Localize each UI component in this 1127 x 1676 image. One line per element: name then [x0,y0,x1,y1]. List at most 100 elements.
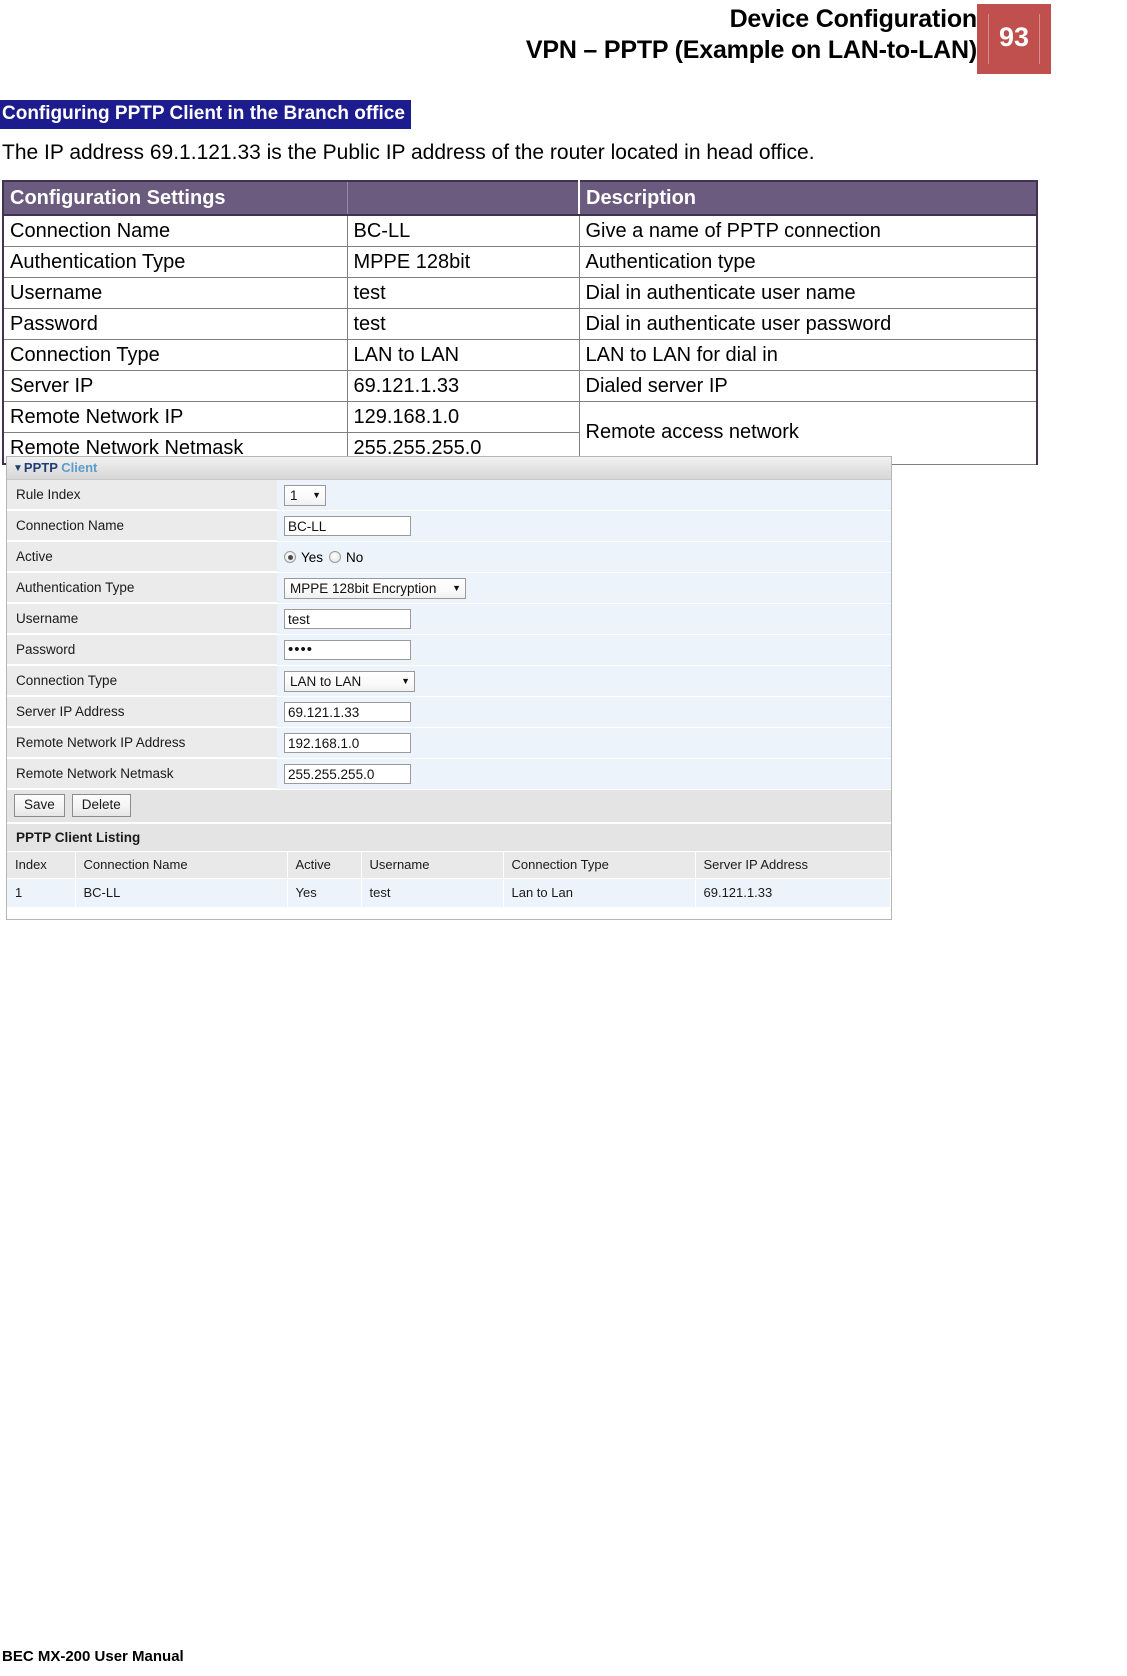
cell-value: BC-LL [346,215,580,247]
cell-value: 69.121.1.33 [346,370,580,402]
listing-col-header-username: Username [361,852,504,879]
label-password: Password [7,635,277,665]
cell-description-merged: Remote access network [578,401,1038,465]
label-remote-network-netmask: Remote Network Netmask [7,759,277,789]
listing-table-body: 1 BC-LL Yes test Lan to Lan 69.121.1.33 [7,878,891,907]
active-no-option[interactable]: No [329,550,363,565]
active-yes-label: Yes [301,549,324,565]
config-table-header-row: Configuration Settings Description [2,180,1038,216]
table-row: Server IP 69.121.1.33 Dialed server IP [2,370,1038,402]
label-username: Username [7,604,277,634]
label-connection-name: Connection Name [7,511,277,541]
password-input[interactable]: •••• [284,640,411,660]
active-yes-option[interactable]: Yes [284,550,323,565]
form-row-authentication-type: Authentication Type MPPE 128bit Encrypti… [7,573,891,604]
remote-network-netmask-input[interactable]: 255.255.255.0 [284,764,411,784]
cell-description: LAN to LAN for dial in [578,339,1038,371]
panel-title-part1: PPTP [23,460,58,475]
listing-header-row: Index Connection Name Active Username Co… [7,852,891,879]
form-action-buttons: Save Delete [7,790,891,823]
authentication-type-select[interactable]: MPPE 128bit Encryption ▼ [284,577,466,599]
chevron-down-icon: ▼ [312,490,321,500]
table-row: Remote Network IP 129.168.1.0 Remote acc… [2,401,1038,465]
section-heading: Configuring PPTP Client in the Branch of… [0,100,411,129]
listing-bottom-spacer [7,907,891,919]
listing-cell-connection-type: Lan to Lan [503,878,696,907]
field-connection-name: BC-LL [277,511,891,541]
form-row-username: Username test [7,604,891,635]
header-title-primary: Device Configuration [729,5,978,33]
cell-description: Dial in authenticate user name [578,277,1038,309]
radio-yes-icon[interactable] [284,551,296,563]
rule-index-select[interactable]: 1 ▼ [284,484,326,506]
label-connection-type: Connection Type [7,666,277,696]
table-row[interactable]: 1 BC-LL Yes test Lan to Lan 69.121.1.33 [7,878,891,907]
active-radio-group: Yes No [284,550,363,565]
listing-col-header-server-ip-address: Server IP Address [695,852,891,879]
table-row: Connection Type LAN to LAN LAN to LAN fo… [2,339,1038,371]
section-intro-text: The IP address 69.1.121.33 is the Public… [2,141,815,164]
field-rule-index: 1 ▼ [277,480,891,510]
page-footer: BEC MX-200 User Manual [2,1648,184,1665]
cell-setting: Username [2,277,348,309]
form-row-server-ip: Server IP Address 69.121.1.33 [7,697,891,728]
cell-setting: Connection Name [2,215,348,247]
form-row-remote-network-ip: Remote Network IP Address 192.168.1.0 [7,728,891,759]
chevron-down-icon: ▼ [401,676,410,686]
col-header-configuration-settings: Configuration Settings [2,180,348,216]
connection-type-select[interactable]: LAN to LAN ▼ [284,670,415,692]
cell-value: MPPE 128bit [346,246,580,278]
radio-no-icon[interactable] [329,551,342,563]
col-header-value-spacer [346,180,580,216]
cell-description: Dialed server IP [578,370,1038,402]
form-row-connection-name: Connection Name BC-LL [7,511,891,542]
form-row-remote-network-netmask: Remote Network Netmask 255.255.255.0 [7,759,891,790]
listing-col-header-active: Active [287,852,362,879]
authentication-type-selected-value: MPPE 128bit Encryption [290,580,437,596]
delete-button[interactable]: Delete [71,794,131,817]
configuration-settings-table: Configuration Settings Description Conne… [2,180,1038,465]
pptp-client-panel-header[interactable]: ▼PPTP Client [7,457,891,480]
label-authentication-type: Authentication Type [7,573,277,603]
listing-cell-index: 1 [7,878,76,907]
server-ip-address-input[interactable]: 69.121.1.33 [284,702,411,722]
cell-description: Dial in authenticate user password [578,308,1038,340]
header-title-secondary: VPN – PPTP (Example on LAN-to-LAN) [525,36,977,64]
page-number-badge: 93 [977,4,1051,74]
listing-col-header-connection-type: Connection Type [503,852,696,879]
page-header: Device Configuration VPN – PPTP (Example… [0,0,1127,80]
col-header-description: Description [578,180,1038,216]
cell-description: Authentication type [578,246,1038,278]
connection-name-input[interactable]: BC-LL [284,516,411,536]
save-button[interactable]: Save [14,794,65,817]
listing-col-header-connection-name: Connection Name [75,852,288,879]
field-active: Yes No [277,542,891,572]
rule-index-selected-value: 1 [290,487,298,503]
label-remote-network-ip-address: Remote Network IP Address [7,728,277,758]
cell-setting: Server IP [2,370,348,402]
form-row-active: Active Yes No [7,542,891,573]
field-remote-network-netmask: 255.255.255.0 [277,759,891,789]
label-active: Active [7,542,277,572]
pptp-client-listing-table: Index Connection Name Active Username Co… [7,852,891,907]
config-table-head: Configuration Settings Description [2,180,1038,216]
table-row: Username test Dial in authenticate user … [2,277,1038,309]
pptp-client-listing-title: PPTP Client Listing [7,823,891,852]
field-remote-network-ip-address: 192.168.1.0 [277,728,891,758]
table-row: Password test Dial in authenticate user … [2,308,1038,340]
remote-network-ip-address-input[interactable]: 192.168.1.0 [284,733,411,753]
username-input[interactable]: test [284,609,411,629]
field-authentication-type: MPPE 128bit Encryption ▼ [277,573,891,603]
field-server-ip-address: 69.121.1.33 [277,697,891,727]
cell-value: LAN to LAN [346,339,580,371]
cell-setting: Connection Type [2,339,348,371]
config-table-body: Connection Name BC-LL Give a name of PPT… [2,215,1038,465]
cell-setting: Password [2,308,348,340]
router-web-ui-screenshot: ▼PPTP Client Rule Index 1 ▼ Connection N… [6,456,892,920]
panel-title-part2: Client [61,460,98,475]
listing-col-header-index: Index [7,852,76,879]
collapse-caret-icon[interactable]: ▼ [13,458,23,480]
label-server-ip-address: Server IP Address [7,697,277,727]
label-rule-index: Rule Index [7,480,277,510]
form-row-rule-index: Rule Index 1 ▼ [7,480,891,511]
